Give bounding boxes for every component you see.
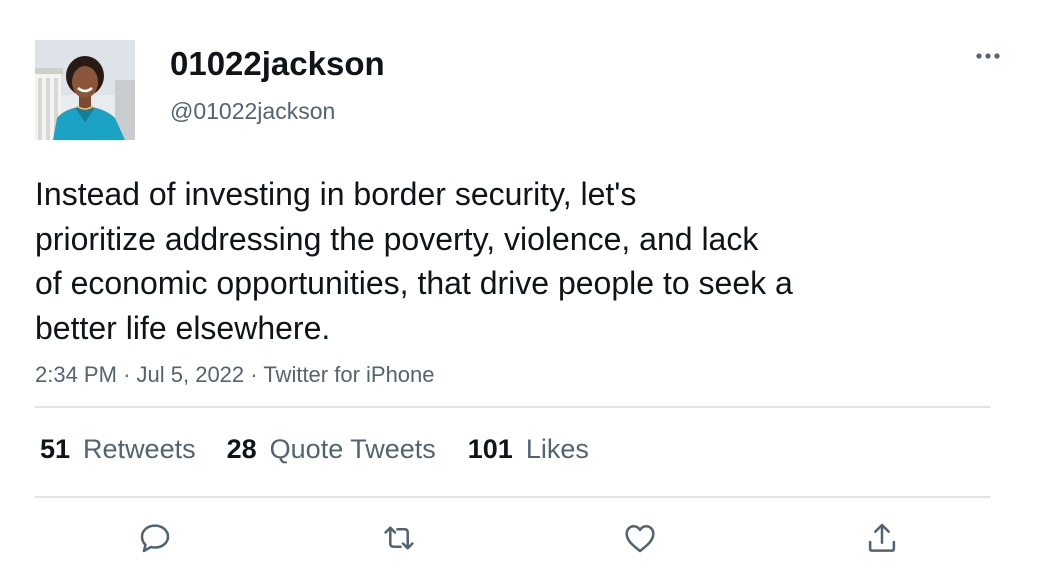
display-name[interactable]: 01022jackson xyxy=(170,44,385,84)
reply-button[interactable] xyxy=(133,516,177,560)
share-icon xyxy=(868,523,896,552)
likes-label: Likes xyxy=(525,433,589,464)
divider xyxy=(35,406,990,408)
likes-count: 101 xyxy=(467,433,513,464)
likes-stat[interactable]: 101 Likes xyxy=(468,434,589,465)
tweet-text-line: prioritize addressing the poverty, viole… xyxy=(35,220,759,257)
retweets-label: Retweets xyxy=(83,433,196,464)
share-button[interactable] xyxy=(860,516,904,560)
tweet-text-line: better life elsewhere. xyxy=(35,309,331,346)
like-button[interactable] xyxy=(618,516,662,560)
quote-tweets-stat[interactable]: 28 Quote Tweets xyxy=(227,434,436,465)
more-horizontal-icon xyxy=(976,53,1000,59)
meta-separator: · xyxy=(123,362,131,387)
quote-tweets-count: 28 xyxy=(226,433,257,464)
retweets-stat[interactable]: 51 Retweets xyxy=(40,434,196,465)
tweet-meta: 2:34 PM · Jul 5, 2022 · Twitter for iPho… xyxy=(35,360,435,390)
tweet-text: Instead of investing in border security,… xyxy=(35,172,935,350)
retweets-count: 51 xyxy=(40,433,71,464)
divider xyxy=(35,496,990,498)
quote-tweets-label: Quote Tweets xyxy=(269,433,436,464)
user-handle[interactable]: @01022jackson xyxy=(170,96,335,126)
tweet-text-line: of economic opportunities, that drive pe… xyxy=(35,265,793,301)
tweet-source[interactable]: Twitter for iPhone xyxy=(263,362,434,387)
tweet-date[interactable]: Jul 5, 2022 xyxy=(137,362,245,387)
heart-icon xyxy=(625,525,655,553)
avatar[interactable] xyxy=(35,40,135,140)
retweet-icon xyxy=(384,526,414,550)
more-options-button[interactable] xyxy=(968,44,1008,68)
avatar-image xyxy=(35,40,135,140)
meta-separator: · xyxy=(250,362,258,387)
reply-icon xyxy=(140,524,170,553)
tweet-time[interactable]: 2:34 PM xyxy=(35,362,117,387)
tweet-text-line: Instead of investing in border security,… xyxy=(35,176,637,212)
retweet-button[interactable] xyxy=(377,516,421,560)
tweet-stats: 51 Retweets 28 Quote Tweets 101 Likes xyxy=(40,432,589,466)
